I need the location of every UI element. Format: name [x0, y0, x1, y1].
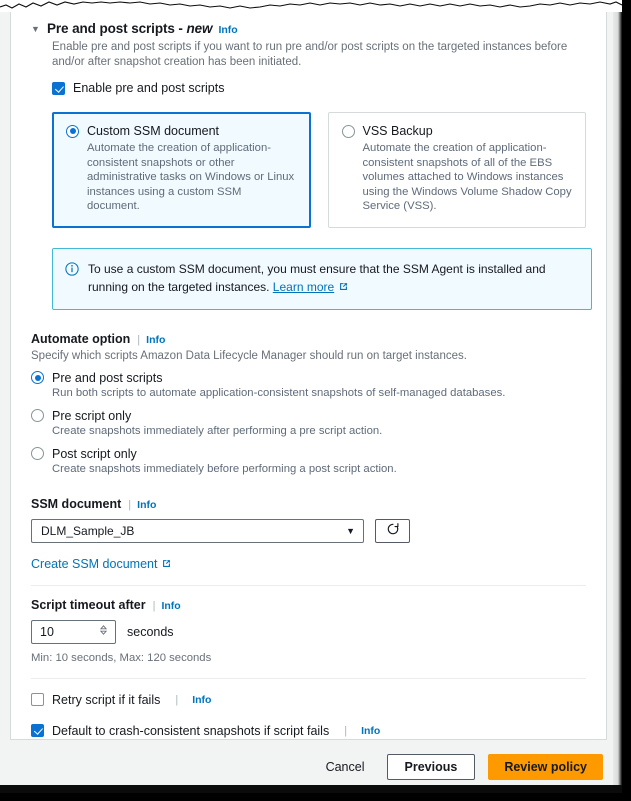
crash-consistent-checkbox[interactable] [31, 724, 44, 738]
page-bottom-edge [0, 785, 622, 793]
tile-custom-ssm-document-title: Custom SSM document [87, 124, 219, 138]
info-link-section[interactable]: Info [218, 24, 237, 36]
external-link-icon [161, 557, 172, 571]
browser-page: ▼ Pre and post scripts - new Info Enable… [0, 0, 622, 793]
tile-custom-ssm-document-head: Custom SSM document [66, 124, 297, 138]
label-divider: | [344, 724, 348, 737]
automate-option-hint: Specify which scripts Amazon Data Lifecy… [31, 349, 467, 362]
divider [31, 677, 586, 679]
tile-vss-backup-title: VSS Backup [362, 124, 433, 138]
radio-desc-post-script-only: Create snapshots immediately before perf… [52, 462, 397, 475]
radio-row-pre-script-only[interactable]: Pre script only [31, 409, 586, 423]
ssm-document-select-row: DLM_Sample_JB ▼ [31, 518, 586, 543]
script-type-tiles: Custom SSM document Automate the creatio… [52, 112, 586, 228]
info-link-script-timeout[interactable]: Info [161, 600, 180, 612]
refresh-icon [386, 522, 400, 539]
section-description: Enable pre and post scripts if you want … [52, 41, 568, 68]
wizard-content-card: ▼ Pre and post scripts - new Info Enable… [10, 9, 607, 740]
radio-vss-backup[interactable] [341, 124, 355, 138]
label-divider: | [137, 333, 141, 346]
stepper-updown-icon[interactable] [98, 623, 109, 640]
ssm-document-label: SSM document [31, 496, 122, 511]
cancel-button[interactable]: Cancel [317, 755, 374, 779]
info-circle-icon [65, 262, 79, 296]
info-link-crash-consistent[interactable]: Info [361, 725, 380, 737]
enable-pre-post-scripts-checkbox[interactable] [52, 81, 65, 95]
label-divider: | [152, 599, 156, 612]
enable-pre-post-scripts-label: Enable pre and post scripts [73, 81, 225, 95]
previous-button[interactable]: Previous [386, 754, 476, 780]
enable-pre-post-scripts-checkbox-row[interactable]: Enable pre and post scripts [52, 81, 586, 95]
ssm-agent-info-alert: To use a custom SSM document, you must e… [52, 247, 592, 310]
info-link-automate-option[interactable]: Info [146, 334, 165, 346]
retry-script-label: Retry script if it fails [52, 692, 161, 707]
script-timeout-unit: seconds [127, 624, 174, 639]
radio-custom-ssm-document[interactable] [66, 124, 79, 138]
section-header-pre-post-scripts[interactable]: ▼ Pre and post scripts - new Info [31, 10, 586, 36]
script-timeout-input-row: 10 seconds [31, 619, 586, 644]
radio-item-pre-script-only[interactable]: Pre script only Create snapshots immedia… [31, 409, 586, 437]
radio-label-pre-script-only: Pre script only [52, 408, 132, 423]
ssm-document-select[interactable]: DLM_Sample_JB ▼ [31, 518, 364, 543]
radio-desc-pre-script-only: Create snapshots immediately after perfo… [52, 424, 383, 437]
radio-row-pre-and-post-scripts[interactable]: Pre and post scripts [31, 371, 586, 385]
label-divider: | [128, 498, 132, 511]
radio-pre-script-only[interactable] [31, 409, 44, 423]
ssm-document-label-row: SSM document | Info [31, 497, 586, 511]
retry-script-checkbox-row[interactable]: Retry script if it fails | Info [31, 693, 586, 707]
tile-vss-backup-description: Automate the creation of application-con… [362, 142, 572, 213]
script-timeout-label: Script timeout after [31, 597, 146, 612]
script-timeout-value: 10 [40, 624, 54, 639]
script-timeout-label-row: Script timeout after | Info [31, 598, 586, 612]
automate-option-radio-group: Pre and post scripts Run both scripts to… [31, 371, 586, 475]
radio-post-script-only[interactable] [31, 447, 44, 461]
info-link-retry-script[interactable]: Info [192, 694, 211, 706]
wizard-card-inner: ▼ Pre and post scripts - new Info Enable… [11, 10, 606, 739]
review-policy-button[interactable]: Review policy [488, 754, 603, 780]
crash-consistent-label: Default to crash-consistent snapshots if… [52, 723, 330, 738]
script-timeout-input[interactable]: 10 [31, 619, 116, 644]
refresh-ssm-documents-button[interactable] [375, 518, 410, 543]
ssm-document-selected-value: DLM_Sample_JB [41, 523, 135, 538]
section-new-badge: new [186, 21, 213, 36]
section-title-text: Pre and post scripts - [47, 21, 187, 36]
chevron-down-icon[interactable]: ▼ [31, 25, 41, 34]
tile-vss-backup-head: VSS Backup [341, 124, 573, 138]
automate-option-label: Automate option [31, 331, 131, 346]
chevron-down-icon[interactable]: ▼ [346, 526, 355, 536]
radio-desc-pre-and-post-scripts: Run both scripts to automate application… [52, 386, 506, 399]
radio-item-pre-and-post-scripts[interactable]: Pre and post scripts Run both scripts to… [31, 371, 586, 399]
automate-option-label-row: Automate option | Info [31, 332, 586, 346]
radio-row-post-script-only[interactable]: Post script only [31, 447, 586, 461]
radio-label-post-script-only: Post script only [52, 446, 137, 461]
alert-text-wrapper: To use a custom SSM document, you must e… [88, 260, 579, 296]
section-title: Pre and post scripts - new [47, 21, 213, 36]
retry-script-checkbox[interactable] [31, 693, 44, 707]
learn-more-link[interactable]: Learn more [273, 280, 334, 294]
crash-consistent-checkbox-row[interactable]: Default to crash-consistent snapshots if… [31, 724, 586, 738]
label-divider: | [175, 693, 179, 706]
create-ssm-document-link-label: Create SSM document [31, 556, 158, 571]
radio-item-post-script-only[interactable]: Post script only Create snapshots immedi… [31, 447, 586, 475]
divider [31, 584, 586, 586]
info-link-ssm-document[interactable]: Info [137, 499, 156, 511]
external-link-icon[interactable] [338, 280, 349, 294]
radio-pre-and-post-scripts[interactable] [31, 371, 44, 385]
script-timeout-constraint: Min: 10 seconds, Max: 120 seconds [31, 651, 212, 664]
tile-custom-ssm-document[interactable]: Custom SSM document Automate the creatio… [52, 112, 311, 228]
tile-vss-backup[interactable]: VSS Backup Automate the creation of appl… [327, 112, 586, 228]
create-ssm-document-link[interactable]: Create SSM document [31, 557, 172, 571]
tile-custom-ssm-document-description: Automate the creation of application-con… [87, 142, 295, 213]
form-content: ▼ Pre and post scripts - new Info Enable… [11, 10, 606, 739]
radio-label-pre-and-post-scripts: Pre and post scripts [52, 370, 163, 385]
page-right-edge [613, 0, 622, 793]
